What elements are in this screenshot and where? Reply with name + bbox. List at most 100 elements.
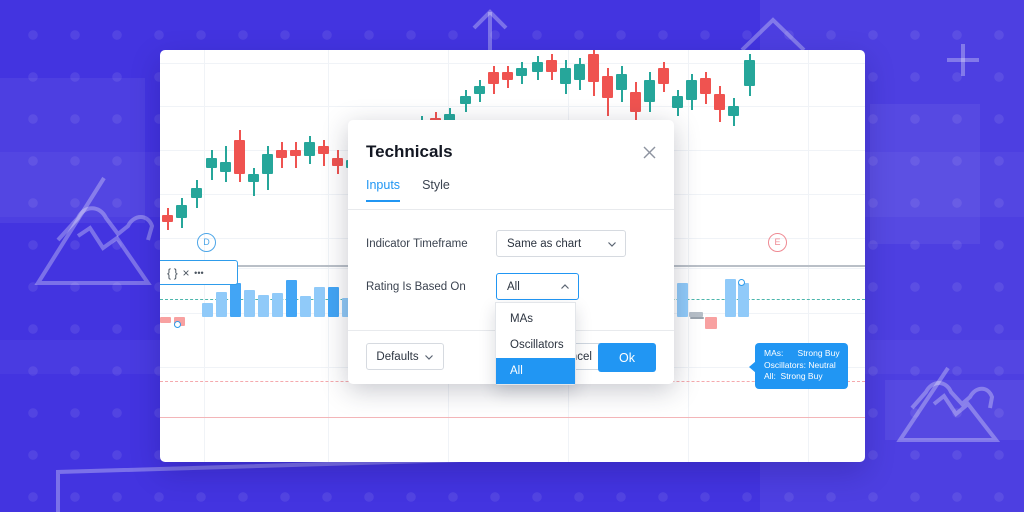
mountain-icon-left-inner — [56, 206, 155, 242]
defaults-button[interactable]: Defaults — [366, 343, 444, 370]
histogram-bar — [725, 279, 736, 317]
candlestick — [176, 50, 187, 265]
candlestick — [248, 50, 259, 265]
candle-body — [686, 80, 697, 100]
histogram-bar — [689, 312, 703, 317]
more-options-icon[interactable]: ••• — [194, 268, 203, 278]
candle-body — [574, 64, 585, 80]
promo-banner-stage: D E { } × ••• MAs: Strong Buy Oscillator… — [0, 0, 1024, 512]
candlestick — [332, 50, 343, 265]
histogram-bar — [286, 280, 297, 317]
close-icon[interactable] — [638, 141, 660, 163]
candlestick — [304, 50, 315, 265]
rating-tooltip: MAs: Strong Buy Oscillators: Neutral All… — [749, 343, 848, 389]
candlestick — [744, 50, 755, 265]
candle-body — [248, 174, 259, 182]
close-icon[interactable]: × — [182, 266, 189, 280]
candle-body — [474, 86, 485, 94]
select-value: All — [507, 280, 520, 293]
candle-body — [588, 54, 599, 82]
candle-body — [318, 146, 329, 154]
candle-body — [276, 150, 287, 158]
candle-body — [206, 158, 217, 168]
candle-body — [744, 60, 755, 86]
candle-wick — [252, 168, 255, 196]
candle-body — [546, 60, 557, 72]
ok-button[interactable]: Ok — [598, 343, 656, 372]
source-code-icon[interactable]: { } — [167, 266, 178, 280]
candlestick — [162, 50, 173, 265]
candle-body — [672, 96, 683, 108]
candlestick — [318, 50, 329, 265]
candle-body — [700, 78, 711, 94]
series-handle[interactable] — [738, 279, 745, 286]
lower-bound-line — [160, 417, 865, 418]
candle-body — [176, 205, 187, 218]
candlestick — [686, 50, 697, 265]
rating-based-on-dropdown: MAs Oscillators All — [495, 302, 576, 385]
candle-body — [234, 140, 245, 174]
chevron-down-icon — [608, 241, 616, 247]
histogram-bar — [160, 317, 171, 323]
field-indicator-timeframe: Indicator Timeframe Same as chart — [366, 230, 656, 257]
candle-body — [532, 62, 543, 72]
indicator-timeframe-select[interactable]: Same as chart — [496, 230, 626, 257]
candle-body — [304, 142, 315, 156]
candle-body — [220, 162, 231, 172]
candle-body — [488, 72, 499, 84]
candle-body — [630, 92, 641, 112]
candle-body — [516, 68, 527, 76]
histogram-bar — [690, 317, 704, 319]
chevron-down-icon — [424, 354, 433, 360]
histogram-bar — [216, 292, 227, 317]
histogram-bar — [328, 287, 339, 317]
candle-body — [728, 106, 739, 116]
candle-body — [502, 72, 513, 80]
rating-based-on-select[interactable]: All — [496, 273, 579, 300]
candlestick — [262, 50, 273, 265]
histogram-bar — [230, 283, 241, 317]
defaults-label: Defaults — [376, 350, 419, 363]
candle-body — [602, 76, 613, 98]
histogram-bar — [314, 287, 325, 317]
candlestick — [290, 50, 301, 265]
candle-body — [290, 150, 301, 156]
tab-style[interactable]: Style — [422, 178, 450, 202]
histogram-bar — [300, 296, 311, 317]
dropdown-option-all[interactable]: All — [496, 358, 575, 384]
candle-body — [560, 68, 571, 84]
select-value: Same as chart — [507, 237, 582, 250]
chart-marker-d[interactable]: D — [197, 233, 216, 252]
candlestick — [191, 50, 202, 265]
histogram-bar — [705, 317, 717, 329]
dropdown-option-oscillators[interactable]: Oscillators — [496, 332, 575, 358]
candle-body — [191, 188, 202, 198]
dialog-tabs: Inputs Style — [366, 178, 674, 202]
histogram-bar — [677, 283, 688, 317]
dropdown-option-mas[interactable]: MAs — [496, 306, 575, 332]
candlestick — [714, 50, 725, 265]
candlestick — [276, 50, 287, 265]
tab-inputs[interactable]: Inputs — [366, 178, 401, 202]
triangle-icon-top — [740, 17, 806, 52]
field-rating-based-on: Rating Is Based On All — [366, 273, 656, 300]
histogram-bar — [738, 283, 749, 317]
candle-body — [616, 74, 627, 90]
chart-marker-e[interactable]: E — [768, 233, 787, 252]
candle-body — [658, 68, 669, 84]
series-handle[interactable] — [174, 321, 181, 328]
candle-body — [714, 94, 725, 110]
candlestick — [234, 50, 245, 265]
histogram-bar — [272, 293, 283, 317]
dialog-title: Technicals — [366, 142, 453, 161]
candle-body — [162, 215, 173, 222]
histogram-bar — [244, 290, 255, 317]
dialog-divider-top — [348, 209, 674, 210]
candlestick — [220, 50, 231, 265]
candle-body — [644, 80, 655, 102]
candlestick — [728, 50, 739, 265]
histogram-bar — [258, 295, 269, 317]
indicator-mini-toolbar[interactable]: { } × ••• — [160, 260, 238, 285]
histogram-bar — [202, 303, 213, 317]
field-label: Indicator Timeframe — [366, 237, 468, 250]
